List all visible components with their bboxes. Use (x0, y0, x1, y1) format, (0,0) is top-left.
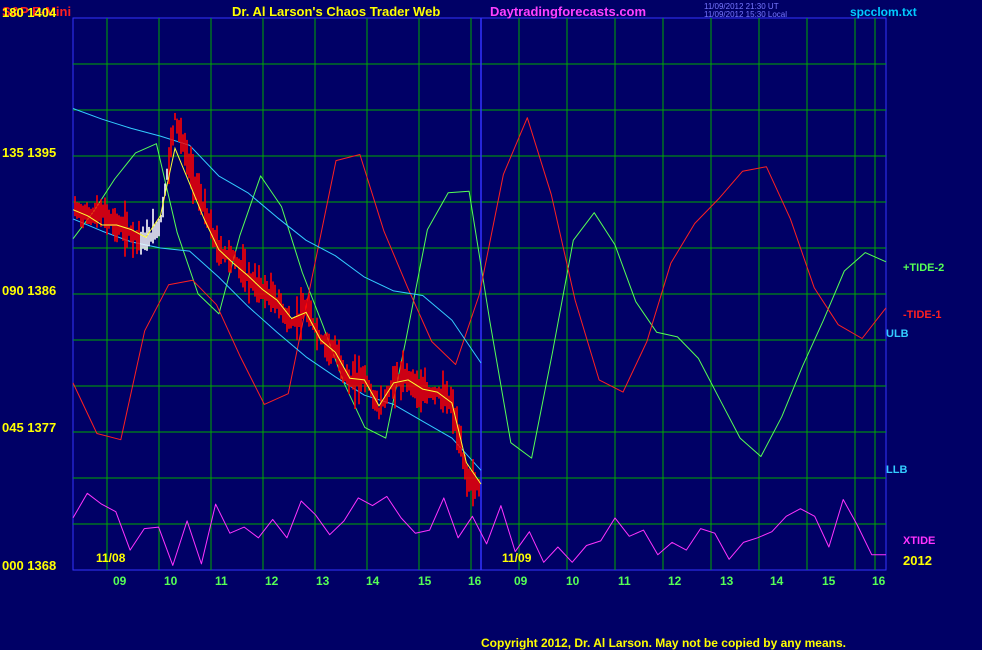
series-line-xtide (72, 492, 886, 566)
x-tick-label: 11 (215, 574, 228, 588)
copyright: Copyright 2012, Dr. Al Larson. May not b… (481, 636, 846, 650)
x-tick-label: 11 (618, 574, 631, 588)
y-label-1386: 090 1386 (2, 283, 57, 298)
site-link[interactable]: Daytradingforecasts.com (490, 5, 646, 18)
timestamp-local: 11/09/2012 15:30 Local (704, 10, 788, 19)
series-label-llb: LLB (886, 464, 908, 476)
date-label-1109: 11/09 (502, 551, 532, 565)
chart-svg (72, 17, 887, 571)
x-tick-label: 10 (164, 574, 178, 588)
x-tick-label: 10 (566, 574, 580, 588)
x-tick-label: 16 (468, 574, 482, 588)
year-label: 2012 (903, 553, 932, 568)
date-label-1108: 11/08 (96, 551, 126, 565)
series-line-tide-1 (72, 117, 887, 441)
x-tick-label: 15 (822, 574, 836, 588)
series-line-average (72, 146, 482, 485)
data-file-label: spcclom.txt (850, 5, 917, 19)
y-label-1377: 045 1377 (2, 420, 57, 435)
y-label-1395: 135 1395 (2, 145, 57, 160)
x-tick-label: 15 (418, 574, 432, 588)
series-label-ulb: ULB (886, 328, 909, 340)
y-label-1368: 000 1368 (2, 558, 57, 573)
x-tick-label: 14 (366, 574, 380, 588)
x-tick-label: 16 (872, 574, 886, 588)
series-label-tide1: -TIDE-1 (903, 309, 942, 321)
x-tick-label: 09 (113, 574, 127, 588)
y-label-1404: 180 1404 (2, 5, 57, 20)
x-tick-label: 12 (265, 574, 279, 588)
series-label-tide2: +TIDE-2 (903, 262, 945, 274)
series-line-llb (72, 218, 482, 471)
chart-title: Dr. Al Larson's Chaos Trader Web (232, 4, 441, 19)
x-tick-label: 14 (770, 574, 784, 588)
series-label-xtide: XTIDE (903, 535, 936, 547)
x-tick-label: 09 (514, 574, 528, 588)
price-bars (72, 113, 482, 507)
x-tick-label: 13 (316, 574, 330, 588)
x-tick-label: 12 (668, 574, 682, 588)
x-tick-label: 13 (720, 574, 734, 588)
